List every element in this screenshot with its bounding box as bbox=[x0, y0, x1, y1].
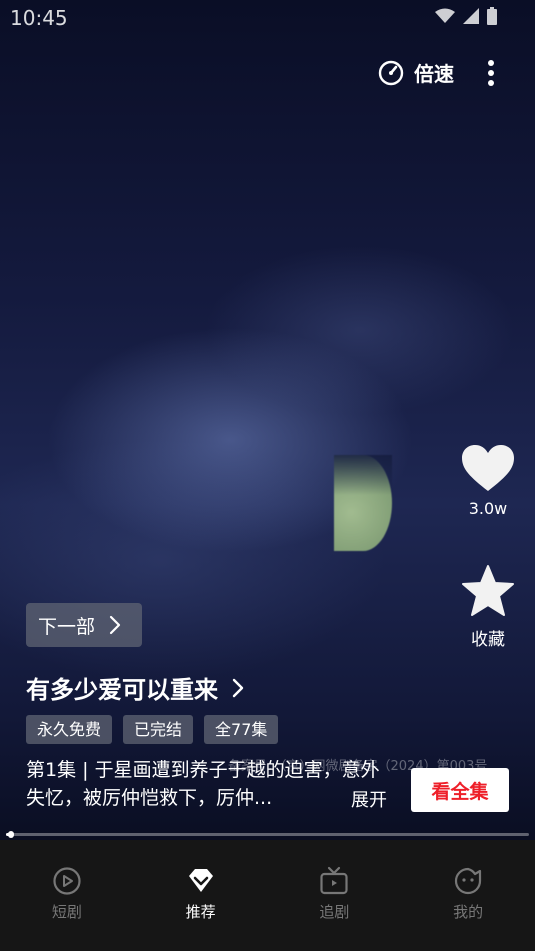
bottom-nav: 短剧 推荐 追剧 我的 bbox=[0, 840, 535, 951]
status-bar: 10:45 bbox=[0, 0, 535, 34]
watch-all-button[interactable]: 看全集 bbox=[411, 768, 509, 812]
like-count: 3.0w bbox=[468, 499, 508, 518]
nav-item-shorts[interactable]: 短剧 bbox=[0, 840, 134, 951]
signal-icon bbox=[463, 8, 479, 24]
playback-speed-button[interactable]: 倍速 bbox=[378, 58, 454, 87]
nav-item-following[interactable]: 追剧 bbox=[268, 840, 402, 951]
speed-label: 倍速 bbox=[414, 62, 454, 86]
face-icon bbox=[455, 867, 482, 895]
nav-label-shorts: 短剧 bbox=[51, 903, 82, 921]
chevron-right-icon bbox=[109, 615, 121, 635]
battery-icon bbox=[487, 7, 497, 25]
status-time: 10:45 bbox=[10, 6, 68, 30]
wifi-icon bbox=[435, 8, 455, 23]
chevron-right-icon bbox=[232, 678, 244, 697]
next-drama-label: 下一部 bbox=[38, 615, 96, 638]
more-options-button[interactable] bbox=[480, 58, 502, 88]
video-frame[interactable] bbox=[0, 0, 535, 840]
favorite-button[interactable]: 收藏 bbox=[458, 563, 518, 650]
nav-item-recommend[interactable]: 推荐 bbox=[134, 840, 268, 951]
speed-gauge-icon bbox=[378, 60, 404, 85]
tag-episode-count: 全77集 bbox=[204, 715, 279, 744]
nav-label-recommend: 推荐 bbox=[185, 903, 216, 921]
next-drama-button[interactable]: 下一部 bbox=[26, 603, 142, 647]
like-button[interactable]: 3.0w bbox=[458, 443, 518, 518]
moon-image bbox=[334, 455, 392, 551]
drama-title: 有多少爱可以重来 bbox=[26, 676, 218, 704]
expand-button[interactable]: 展开 bbox=[351, 786, 387, 812]
favorite-label: 收藏 bbox=[471, 630, 505, 650]
episode-description: 第1集 | 于星画遭到养子于越的迫害，意外失忆，被厉仲恺救下，厉仲... bbox=[26, 759, 380, 809]
heart-icon bbox=[462, 445, 514, 491]
progress-bar[interactable] bbox=[6, 831, 529, 838]
star-icon bbox=[462, 565, 514, 616]
nav-item-mine[interactable]: 我的 bbox=[401, 840, 535, 951]
nav-label-mine: 我的 bbox=[453, 903, 484, 921]
play-circle-icon bbox=[53, 867, 81, 895]
status-icons bbox=[435, 7, 497, 25]
diamond-icon bbox=[188, 869, 213, 892]
tag-completed: 已完结 bbox=[123, 715, 194, 744]
tv-icon bbox=[320, 866, 348, 895]
tag-list: 永久免费 已完结 全77集 bbox=[26, 715, 279, 744]
more-vertical-icon bbox=[488, 60, 494, 86]
nav-label-following: 追剧 bbox=[319, 903, 350, 921]
tag-free: 永久免费 bbox=[26, 715, 113, 744]
drama-title-link[interactable]: 有多少爱可以重来 bbox=[26, 670, 244, 705]
